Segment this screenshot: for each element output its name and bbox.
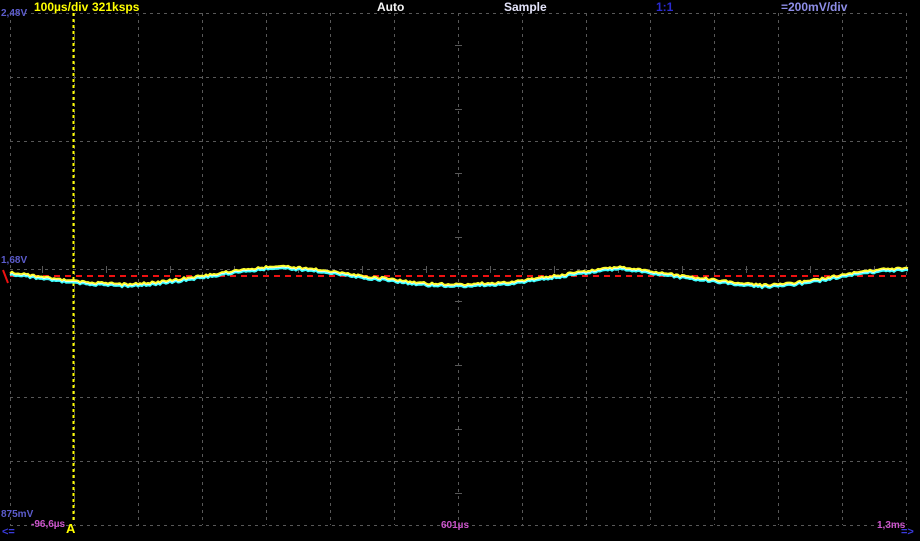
time-label-left: -96,6µs [31,520,65,530]
probe-ratio-readout: 1:1 [656,1,673,13]
pan-left-arrow[interactable]: <= [2,527,15,538]
trigger-mode-readout: Auto [377,1,404,13]
acquisition-mode-readout: Sample [504,1,547,13]
voltage-label-bottom: 875mV [1,510,33,520]
voltage-label-center: 1,68V [1,256,27,266]
waveform-plot [0,0,920,541]
pan-right-arrow[interactable]: => [901,527,914,538]
vertical-scale-readout: =200mV/div [781,1,847,13]
trigger-position-marker[interactable]: A [66,522,75,535]
voltage-label-top: 2,48V [1,9,27,19]
trigger-level-edge-marker[interactable] [3,270,8,283]
timebase-readout: 100µs/div [34,1,88,13]
oscilloscope-screen: 100µs/div 321ksps Auto Sample 1:1 =200mV… [0,0,920,541]
sample-rate-readout: 321ksps [92,1,139,13]
time-label-center: 601µs [441,521,469,531]
